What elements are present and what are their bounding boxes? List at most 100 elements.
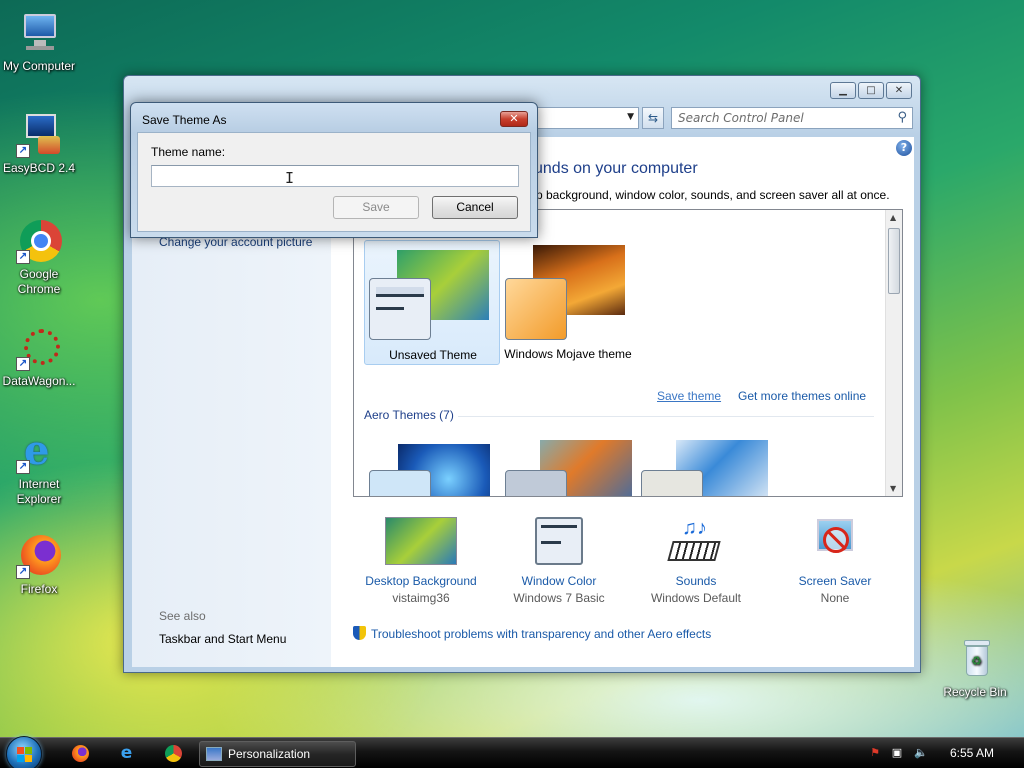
scrollbar-thumb[interactable] xyxy=(888,228,900,294)
setting-name: Desktop Background xyxy=(365,574,477,588)
desktop-background-setting[interactable]: Desktop Background vistaimg36 xyxy=(356,517,486,607)
firefox-quicklaunch-icon[interactable] xyxy=(72,745,89,762)
aero-themes-heading: Aero Themes (7) xyxy=(364,408,454,422)
troubleshoot-link[interactable]: Troubleshoot problems with transparency … xyxy=(353,626,711,641)
get-more-themes-link[interactable]: Get more themes online xyxy=(738,389,866,403)
dialog-close-button[interactable]: ✕ xyxy=(500,111,528,127)
refresh-icon: ⇆ xyxy=(647,111,659,125)
desktop-icon-label: Google Chrome xyxy=(17,267,61,296)
computer-icon xyxy=(16,10,62,56)
chrome-icon: ↗ xyxy=(16,218,62,264)
window-color-swatch xyxy=(369,278,431,340)
sounds-setting[interactable]: ♫♪ Sounds Windows Default xyxy=(631,517,761,607)
shortcut-arrow-icon: ↗ xyxy=(16,250,30,264)
page-description: p background, window color, sounds, and … xyxy=(536,188,890,202)
desktop-icon-chrome[interactable]: ↗ Google Chrome xyxy=(0,218,79,297)
theme-tile-aero-2[interactable] xyxy=(500,440,636,496)
page-title: unds on your computer xyxy=(534,160,698,177)
shortcut-arrow-icon: ↗ xyxy=(16,565,30,579)
theme-tile-unsaved[interactable]: Unsaved Theme xyxy=(364,240,500,365)
dialog-body: Theme name: I Save Cancel xyxy=(137,132,531,232)
task-label: Personalization xyxy=(228,747,311,761)
desktop-icon-firefox[interactable]: ↗ Firefox xyxy=(0,533,79,597)
theme-list: Unsaved Theme Windows Mojave theme Save … xyxy=(353,209,903,497)
text-cursor-icon: I xyxy=(285,169,295,187)
address-bar-dropdown[interactable]: ▼ xyxy=(537,107,639,129)
desktop-icon-easybcd[interactable]: ↗ EasyBCD 2.4 xyxy=(0,112,79,176)
save-theme-dialog: Save Theme As ✕ Theme name: I Save Cance… xyxy=(130,102,538,238)
theme-list-scrollbar[interactable]: ▲ ▼ xyxy=(885,210,902,496)
shield-icon xyxy=(353,626,366,640)
theme-name-input[interactable] xyxy=(151,165,519,187)
desktop-icon-recycle-bin[interactable]: ♻ Recycle Bin xyxy=(935,636,1015,700)
firefox-icon: ↗ xyxy=(16,533,62,579)
scroll-down-icon[interactable]: ▼ xyxy=(890,484,896,493)
setting-value: Windows Default xyxy=(650,591,742,605)
setting-name: Window Color xyxy=(521,574,597,588)
search-icon[interactable]: ⚲ xyxy=(897,110,907,125)
close-icon: ✕ xyxy=(509,112,519,125)
save-button[interactable]: Save xyxy=(333,196,419,219)
search-box[interactable]: ⚲ xyxy=(671,107,913,129)
window-color-icon xyxy=(535,517,583,565)
screen-saver-setting[interactable]: Screen Saver None xyxy=(770,517,900,607)
minimize-icon: ▁ xyxy=(839,84,847,96)
window-color-swatch xyxy=(641,470,703,496)
chrome-quicklaunch-icon[interactable] xyxy=(165,745,182,762)
minimize-button[interactable]: ▁ xyxy=(830,82,856,99)
theme-tile-aero-3[interactable] xyxy=(636,440,772,496)
taskbar-button-personalization[interactable]: Personalization xyxy=(199,741,356,767)
sounds-icon: ♫♪ xyxy=(660,517,732,565)
theme-name-label: Theme name: xyxy=(151,145,226,159)
scroll-up-icon[interactable]: ▲ xyxy=(890,213,896,222)
cancel-button[interactable]: Cancel xyxy=(432,196,518,219)
setting-name: Sounds xyxy=(675,574,717,588)
close-button[interactable]: ✕ xyxy=(886,82,912,99)
window-controls: ▁ □ ✕ xyxy=(830,82,912,99)
desktop-icon-label: Recycle Bin xyxy=(943,685,1007,699)
network-icon[interactable]: ▣ xyxy=(890,746,904,760)
window-color-swatch xyxy=(369,470,431,496)
search-input[interactable] xyxy=(672,108,882,128)
chevron-down-icon: ▼ xyxy=(627,112,634,122)
screen-saver-icon xyxy=(799,517,871,565)
desktop-icon-label: DataWagon... xyxy=(2,374,76,388)
theme-label: Windows Mojave theme xyxy=(504,347,632,361)
start-button[interactable] xyxy=(6,736,42,768)
system-tray: ⚑ ▣ 🔈 6:55 AM xyxy=(864,742,1024,766)
desktop-background-icon xyxy=(385,517,457,565)
windows-logo-icon xyxy=(17,747,33,763)
taskbar: e Personalization ⚑ ▣ 🔈 6:55 AM xyxy=(0,736,1024,768)
volume-icon[interactable]: 🔈 xyxy=(914,746,928,760)
help-icon[interactable]: ? xyxy=(896,140,912,156)
shortcut-arrow-icon: ↗ xyxy=(16,357,30,371)
maximize-icon: □ xyxy=(866,84,876,96)
window-color-swatch xyxy=(505,278,567,340)
setting-value: Windows 7 Basic xyxy=(513,591,605,605)
personalization-icon xyxy=(206,747,222,761)
refresh-button[interactable]: ⇆ xyxy=(642,107,664,129)
maximize-button[interactable]: □ xyxy=(858,82,884,99)
troubleshoot-label: Troubleshoot problems with transparency … xyxy=(371,627,712,641)
desktop-icon-datawagon[interactable]: ↗ DataWagon... xyxy=(0,325,79,389)
clock[interactable]: 6:55 AM xyxy=(950,746,994,760)
desktop-icon-my-computer[interactable]: My Computer xyxy=(0,10,79,74)
window-color-setting[interactable]: Window Color Windows 7 Basic xyxy=(494,517,624,607)
taskbar-start-menu-link[interactable]: Taskbar and Start Menu xyxy=(159,632,286,646)
desktop-icon-label: Firefox xyxy=(20,582,58,596)
shortcut-arrow-icon: ↗ xyxy=(16,460,30,474)
desktop-icon-internet-explorer[interactable]: e ↗ Internet Explorer xyxy=(0,428,79,507)
desktop-icon-label: My Computer xyxy=(2,59,76,73)
desktop-icon-label: Internet Explorer xyxy=(16,477,62,506)
action-center-icon[interactable]: ⚑ xyxy=(868,746,882,760)
group-divider xyxy=(458,416,874,417)
close-icon: ✕ xyxy=(894,84,904,96)
theme-tile-mojave[interactable]: Windows Mojave theme xyxy=(500,240,636,380)
save-theme-link[interactable]: Save theme xyxy=(657,389,721,403)
internet-explorer-quicklaunch-icon[interactable]: e xyxy=(118,745,135,762)
theme-label: Unsaved Theme xyxy=(389,348,477,362)
window-color-swatch xyxy=(505,470,567,496)
theme-tile-aero-1[interactable] xyxy=(364,440,500,496)
desktop-icon-label: EasyBCD 2.4 xyxy=(2,161,76,175)
recycle-bin-icon: ♻ xyxy=(952,636,998,682)
